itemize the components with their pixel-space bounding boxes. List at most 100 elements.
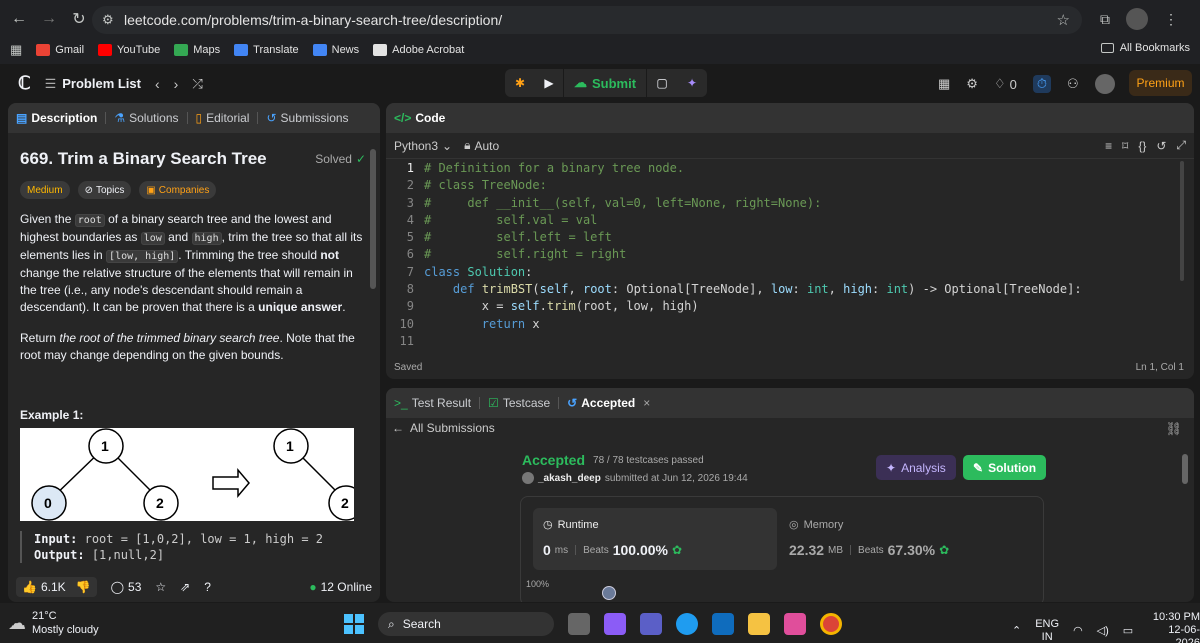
bookmark-item[interactable]: YouTube — [98, 44, 160, 56]
favorite-icon[interactable]: ☆ — [155, 580, 166, 594]
all-submissions-link[interactable]: ← All Submissions — [392, 421, 495, 435]
add-friend-icon[interactable]: ⚇ — [1067, 76, 1079, 92]
comments-button[interactable]: ◯ 53 — [111, 580, 142, 594]
tab-testcase[interactable]: ☑ Testcase — [488, 396, 550, 410]
format-icon[interactable]: ≡ — [1105, 139, 1112, 153]
user-avatar[interactable] — [1094, 74, 1115, 94]
run-icon[interactable]: ▶ — [535, 69, 563, 97]
next-problem-icon[interactable]: › — [174, 76, 179, 92]
tab-solutions[interactable]: ⚗ Solutions — [114, 111, 178, 125]
apps-icon[interactable]: ▦ — [10, 42, 22, 58]
clock[interactable]: 10:30 PM 12-06-2026 — [1147, 611, 1200, 643]
help-icon[interactable]: ? — [204, 580, 211, 594]
memory-card[interactable]: ◎ Memory 22.32 MB Beats 67.30% ✿ — [789, 508, 1033, 570]
username[interactable]: _akash_deep — [538, 473, 601, 484]
tree-node: 0 — [44, 495, 52, 511]
mail-icon[interactable] — [712, 613, 734, 635]
example-title: Example 1: — [20, 408, 84, 422]
taskbar-search[interactable]: ⌕ Search — [378, 612, 554, 636]
tab-test-result[interactable]: >_ Test Result — [394, 396, 471, 410]
settings-icon[interactable]: ⚙ — [966, 76, 978, 92]
analysis-button[interactable]: ✦ Analysis — [876, 455, 956, 480]
result-scrollbar[interactable] — [1182, 454, 1188, 484]
code-editor[interactable]: 1 # Definition for a binary tree node. 2 #… — [386, 161, 1186, 351]
runtime-card[interactable]: ◷ Runtime 0 ms Beats 100.00% ✿ — [533, 508, 777, 570]
debug-icon[interactable]: ✱ — [505, 69, 535, 97]
volume-icon[interactable]: ◁) — [1097, 624, 1109, 637]
forward-icon[interactable]: → — [36, 6, 62, 32]
history-icon: ↺ — [266, 111, 277, 125]
windows-start-icon[interactable] — [344, 614, 364, 634]
layout-icon[interactable]: ▦ — [938, 76, 950, 92]
line-number: 10 — [399, 316, 414, 331]
topics-tag[interactable]: ⊘ Topics — [77, 181, 132, 199]
prev-problem-icon[interactable]: ‹ — [155, 76, 160, 92]
tab-editorial[interactable]: ▯ Editorial — [196, 111, 250, 125]
close-icon[interactable]: × — [643, 396, 650, 410]
weather-widget[interactable]: ☁ 21°C Mostly cloudy — [8, 609, 99, 637]
ai-sparkle-icon[interactable]: ✦ — [677, 69, 707, 97]
submit-button[interactable]: ☁ Submit — [563, 69, 648, 97]
leetcode-logo[interactable]: ℂ — [18, 73, 31, 94]
bookmark-item[interactable]: Gmail — [36, 44, 84, 56]
tab-code[interactable]: </> Code — [394, 111, 445, 125]
site-info-icon[interactable]: ⚙ — [102, 12, 114, 28]
app-icon[interactable] — [784, 613, 806, 635]
bookmark-item[interactable]: Translate — [234, 44, 299, 56]
tab-submissions[interactable]: ↺ Submissions — [266, 111, 348, 125]
menu-icon[interactable]: ⋮ — [1164, 11, 1178, 28]
like-button[interactable]: 👍 6.1K 👎 — [16, 576, 97, 597]
chevron-up-icon[interactable]: ⌃ — [1012, 624, 1021, 637]
teams-icon[interactable] — [640, 613, 662, 635]
address-bar[interactable]: ⚙ leetcode.com/problems/trim-a-binary-se… — [92, 6, 1082, 34]
bookmark-icon[interactable]: ⌑ — [1122, 139, 1128, 153]
bookmark-item[interactable]: Adobe Acrobat — [373, 44, 464, 56]
battery-icon[interactable]: ▭ — [1123, 624, 1133, 637]
premium-button[interactable]: Premium — [1129, 70, 1192, 96]
windows-taskbar: ☁ 21°C Mostly cloudy ⌕ Search ⌃ ENG IN ◠ … — [0, 603, 1200, 643]
problem-list-link[interactable]: Problem List — [62, 76, 141, 91]
bookmark-item[interactable]: Maps — [174, 44, 220, 56]
notes-icon[interactable]: ▢ — [647, 69, 677, 97]
reset-icon[interactable]: ↺ — [1156, 139, 1166, 153]
language-select[interactable]: Python3 ⌄ — [394, 139, 452, 153]
left-scrollbar[interactable] — [370, 149, 376, 289]
back-icon[interactable]: ← — [6, 6, 32, 32]
bookmark-item[interactable]: News — [312, 44, 359, 56]
copilot-icon[interactable] — [604, 613, 626, 635]
task-view-icon[interactable] — [568, 613, 590, 635]
edge-icon[interactable] — [676, 613, 698, 635]
editor-scrollbar[interactable] — [1180, 161, 1184, 281]
solved-label: Solved — [315, 152, 352, 166]
solution-button[interactable]: ✎ Solution — [963, 455, 1047, 480]
all-bookmarks-link[interactable]: All Bookmarks — [1120, 42, 1190, 54]
link-icon[interactable]: ⛓ — [1165, 421, 1182, 437]
tab-accepted[interactable]: ↺ Accepted × — [567, 396, 650, 410]
streak-counter[interactable]: ♢ 0 — [994, 76, 1017, 92]
language-indicator[interactable]: ENG IN — [1035, 618, 1059, 643]
shuffle-icon[interactable]: ⤮ — [192, 76, 202, 92]
edit-icon: ✎ — [973, 460, 984, 475]
thumbs-down-icon[interactable]: 👎 — [76, 580, 91, 594]
url-text[interactable]: leetcode.com/problems/trim-a-binary-sear… — [124, 12, 502, 28]
expand-icon[interactable]: ⤢ — [1176, 138, 1186, 153]
share-icon[interactable]: ⇗ — [180, 580, 190, 594]
braces-icon[interactable]: {} — [1138, 139, 1146, 153]
line-number: 3 — [406, 195, 414, 210]
extensions-icon[interactable]: ⧉ — [1100, 11, 1110, 28]
companies-label: Companies — [158, 184, 210, 196]
bookmark-star-icon[interactable]: ☆ — [1057, 11, 1070, 29]
tab-description[interactable]: ▤ Description — [16, 111, 97, 125]
file-explorer-icon[interactable] — [748, 613, 770, 635]
timer-icon[interactable]: ⏱ — [1032, 75, 1051, 93]
difficulty-tag[interactable]: Medium — [20, 181, 70, 199]
auto-mode[interactable]: 🔒︎ Auto — [464, 138, 499, 153]
reload-icon[interactable]: ↻ — [66, 6, 92, 32]
chrome-icon[interactable] — [820, 613, 842, 635]
profile-avatar[interactable] — [1126, 8, 1148, 30]
wifi-icon[interactable]: ◠ — [1073, 624, 1083, 637]
tab-label: Solutions — [129, 111, 179, 125]
example-tree-image: 1 0 2 1 2 — [20, 428, 354, 521]
line-number: 5 — [406, 230, 414, 245]
companies-tag[interactable]: ▣ Companies — [139, 181, 217, 199]
